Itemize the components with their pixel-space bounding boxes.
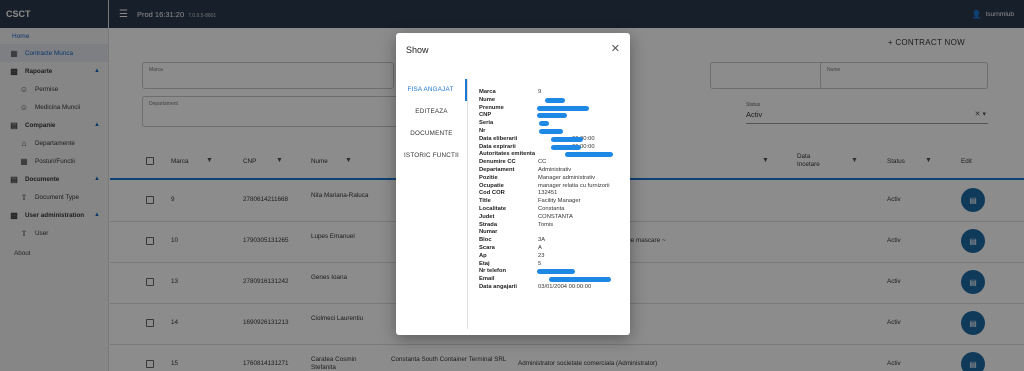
detail-row: Marca 9 [479, 89, 627, 97]
detail-label: Strada [479, 221, 498, 228]
detail-row: Pozitie Manager administrativ [479, 175, 627, 183]
detail-value: 5 [538, 260, 542, 267]
detail-value: CONSTANTA [538, 213, 573, 220]
detail-row: Data angajarii 03/01/2004 00:00:00 [479, 284, 627, 292]
detail-row: Autoritates emitenta [479, 151, 627, 159]
redaction-mark [537, 113, 567, 119]
employee-details: Marca 9 Nume Prenume CNP Seria Nr Data eliberar… [479, 89, 627, 292]
detail-row: Cod COR 132451 [479, 190, 627, 198]
redaction-mark [549, 277, 611, 283]
detail-label: Departament [479, 166, 515, 173]
detail-label: Pozitie [479, 174, 498, 181]
tab-fisa-angajat[interactable]: FISA ANGAJAT [396, 79, 467, 101]
detail-row: Ap 23 [479, 253, 627, 261]
dialog-tabs: FISA ANGAJAT EDITEAZA DOCUMENTE ISTORIC … [396, 79, 468, 329]
redaction-mark [539, 128, 563, 134]
show-employee-dialog: Show ✕ FISA ANGAJAT EDITEAZA DOCUMENTE I… [396, 33, 630, 335]
redaction-mark [537, 269, 575, 275]
detail-row: Numar [479, 229, 627, 237]
detail-row: Strada Tomis [479, 222, 627, 230]
detail-label: Cod COR [479, 190, 505, 197]
dialog-title: Show [406, 45, 429, 55]
detail-row: Ocupatie manager relatia cu furnizorii [479, 183, 627, 191]
detail-label: Denumire CC [479, 159, 516, 166]
detail-label: Data expirarii [479, 143, 516, 150]
detail-row: Prenume [479, 105, 627, 113]
detail-label: Data angajarii [479, 283, 518, 290]
detail-row: Data expirarii 00:00:00 [479, 144, 627, 152]
detail-row: Localitate Constanta [479, 206, 627, 214]
detail-row: Email [479, 276, 627, 284]
detail-row: Etaj 5 [479, 261, 627, 269]
detail-value: 132451 [538, 190, 558, 197]
detail-label: Seria [479, 120, 494, 127]
detail-label: Email [479, 276, 495, 283]
modal-backdrop[interactable] [0, 0, 109, 371]
tab-istoric-functii[interactable]: ISTORIC FUNCTII [396, 145, 467, 167]
close-icon[interactable]: ✕ [611, 42, 620, 55]
detail-value: 3A [538, 237, 546, 244]
detail-row: Bloc 3A [479, 237, 627, 245]
detail-row: Nume [479, 97, 627, 105]
detail-row: CNP [479, 112, 627, 120]
detail-row: Departament Administrativ [479, 167, 627, 175]
detail-label: Nr telefon [479, 268, 507, 275]
detail-label: Scara [479, 244, 495, 251]
detail-label: Ap [479, 252, 487, 259]
detail-value: Facility Manager [538, 198, 581, 205]
detail-value: Tomis [538, 221, 554, 228]
detail-label: Bloc [479, 237, 492, 244]
detail-label: Prenume [479, 104, 504, 111]
detail-row: Title Facility Manager [479, 198, 627, 206]
redaction-mark [537, 105, 589, 111]
detail-label: Data eliberarii [479, 135, 518, 142]
detail-row: Scara A [479, 245, 627, 253]
redaction-mark [545, 97, 565, 103]
redaction-mark [539, 121, 549, 127]
tab-documente[interactable]: DOCUMENTE [396, 123, 467, 145]
detail-value: Constanta [538, 205, 565, 212]
detail-label: Etaj [479, 260, 490, 267]
detail-label: CNP [479, 112, 492, 119]
detail-row: Judet CONSTANTA [479, 214, 627, 222]
detail-row: Denumire CC CC [479, 159, 627, 167]
redaction-mark [565, 152, 613, 158]
detail-value: A [538, 244, 542, 251]
detail-row: Nr [479, 128, 627, 136]
detail-label: Title [479, 198, 491, 205]
detail-label: Ocupatie [479, 182, 504, 189]
detail-label: Marca [479, 89, 496, 95]
detail-row: Seria [479, 120, 627, 128]
detail-label: Numar [479, 229, 498, 236]
detail-value: 03/01/2004 00:00:00 [538, 283, 592, 290]
detail-label: Judet [479, 213, 495, 220]
detail-value: Manager administrativ [538, 174, 596, 181]
detail-value: manager relatia cu furnizorii [538, 182, 610, 189]
detail-row: Nr telefon [479, 268, 627, 276]
detail-label: Nume [479, 96, 496, 103]
detail-label: Nr [479, 127, 486, 134]
detail-value: Administrativ [538, 166, 572, 173]
detail-row: Data eliberarii 00:00:00 [479, 136, 627, 144]
redaction-mark [551, 136, 583, 142]
tab-editeaza[interactable]: EDITEAZA [396, 101, 467, 123]
detail-label: Autoritates emitenta [479, 151, 536, 158]
redaction-mark [551, 144, 581, 150]
detail-value: 23 [538, 252, 545, 259]
detail-value: CC [538, 159, 547, 166]
detail-label: Localitate [479, 205, 507, 212]
detail-value: 9 [538, 89, 542, 95]
